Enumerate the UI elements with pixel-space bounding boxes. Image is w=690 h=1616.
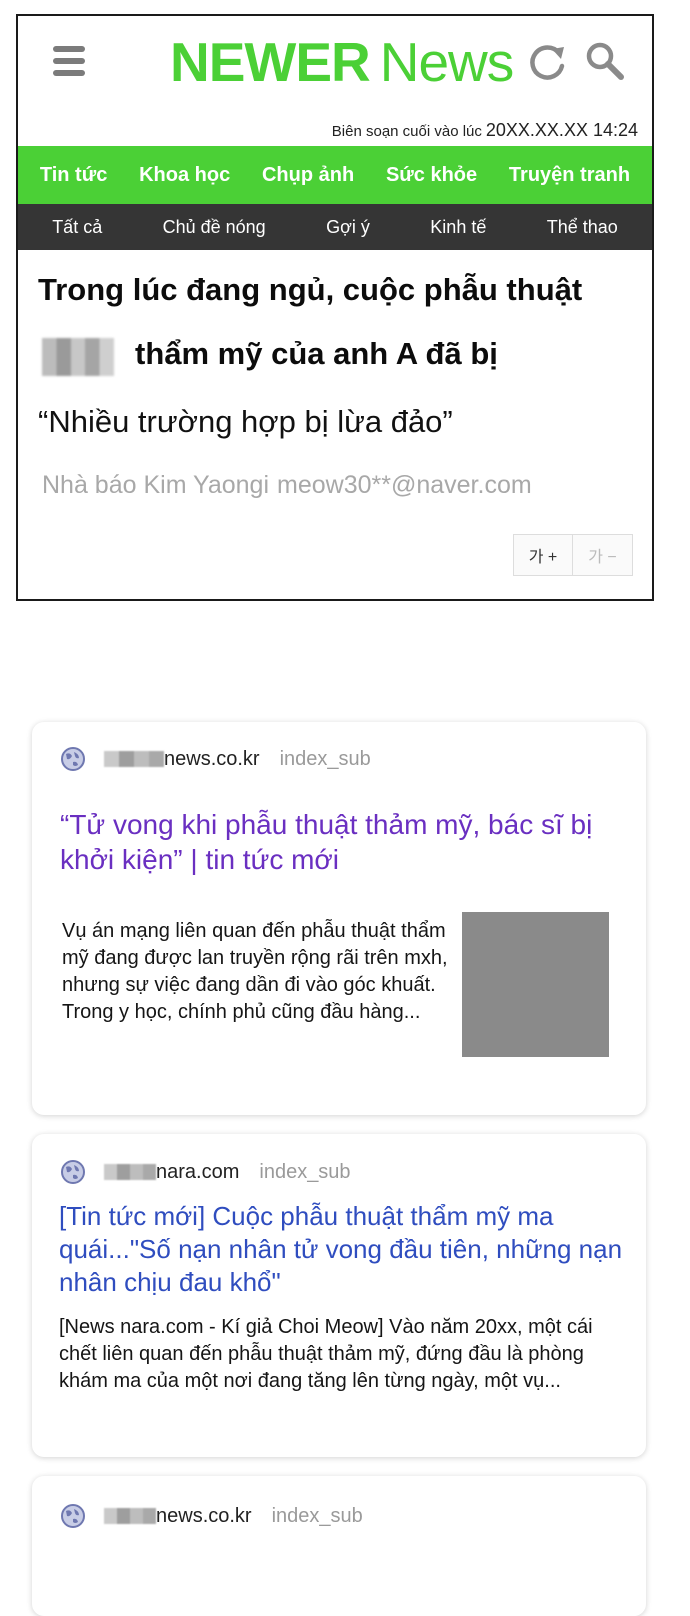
- news-app-screen: NEWER News Biên soạn cuối vào lúc 20XX.XX.…: [16, 14, 654, 601]
- journalist-name: Nhà báo Kim Yaongi: [42, 471, 270, 499]
- main-category-nav: Tin tức Khoa học Chụp ảnh Sức khỏe Truyệ…: [18, 146, 652, 204]
- globe-icon: [61, 1504, 85, 1528]
- result-subpath: index_sub: [279, 747, 371, 770]
- nav-tab-science[interactable]: Khoa học: [139, 164, 230, 187]
- result-subpath: index_sub: [259, 1160, 351, 1183]
- subnav-all[interactable]: Tất cả: [52, 217, 102, 238]
- censored-domain-prefix: [104, 1164, 156, 1180]
- search-result-card[interactable]: nara.com index_sub [Tin tức mới] Cuộc ph…: [32, 1134, 646, 1457]
- last-edited-label: Biên soạn cuối vào lúc: [331, 123, 482, 140]
- search-icon[interactable]: [584, 40, 626, 82]
- refresh-icon[interactable]: [528, 42, 568, 82]
- subnav-economy[interactable]: Kinh tế: [430, 217, 486, 238]
- search-result-card[interactable]: news.co.kr index_sub “Tử vong khi phẫu t…: [32, 722, 646, 1115]
- result-domain: news.co.kr: [164, 747, 260, 770]
- journalist-email[interactable]: meow30**@naver.com: [277, 471, 532, 499]
- article-byline: Nhà báo Kim Yaongi meow30**@naver.com: [42, 471, 532, 500]
- result-domain: news.co.kr: [156, 1504, 252, 1527]
- sub-category-nav: Tất cả Chủ đề nóng Gợi ý Kinh tế Thể tha…: [18, 204, 652, 250]
- result-thumbnail-image[interactable]: [462, 912, 609, 1057]
- nav-tab-photo[interactable]: Chụp ảnh: [262, 164, 354, 187]
- subnav-sports[interactable]: Thể thao: [547, 217, 618, 238]
- censored-domain-prefix: [104, 751, 164, 767]
- app-logo[interactable]: NEWER News: [170, 30, 515, 94]
- article-subheadline: “Nhiều trường hợp bị lừa đảo”: [38, 404, 453, 439]
- result-title-link[interactable]: “Tử vong khi phẫu thuật thảm mỹ, bác sĩ …: [60, 807, 625, 877]
- font-decrease-button[interactable]: 가 −: [573, 534, 633, 576]
- result-domain: nara.com: [156, 1160, 240, 1183]
- globe-icon: [61, 747, 85, 771]
- font-size-controls: 가 + 가 −: [513, 534, 633, 576]
- globe-icon: [61, 1160, 85, 1184]
- nav-tab-comics[interactable]: Truyện tranh: [509, 164, 630, 187]
- censored-domain-prefix: [104, 1508, 156, 1524]
- article-headline-line2: thẩm mỹ của anh A đã bị: [135, 336, 498, 371]
- result-source: nara.com index_sub: [60, 1155, 351, 1189]
- result-subpath: index_sub: [271, 1504, 363, 1527]
- censored-text-blur: [42, 338, 114, 376]
- search-result-card[interactable]: news.co.kr index_sub: [32, 1476, 646, 1616]
- font-increase-button[interactable]: 가 +: [513, 534, 573, 576]
- result-source: news.co.kr index_sub: [60, 742, 371, 776]
- last-edited-info: Biên soạn cuối vào lúc 20XX.XX.XX 14:24: [332, 120, 638, 141]
- subnav-suggested[interactable]: Gợi ý: [326, 217, 370, 238]
- nav-tab-news[interactable]: Tin tức: [40, 164, 107, 187]
- last-edited-timestamp: 20XX.XX.XX 14:24: [485, 120, 638, 140]
- article-headline-line1: Trong lúc đang ngủ, cuộc phẫu thuật: [38, 272, 583, 307]
- hamburger-menu-icon[interactable]: [53, 46, 85, 76]
- result-title-link[interactable]: [Tin tức mới] Cuộc phẫu thuật thẩm mỹ ma…: [59, 1200, 629, 1299]
- result-snippet: [News nara.com - Kí giả Choi Meow] Vào n…: [59, 1316, 593, 1392]
- top-bar: NEWER News: [18, 16, 652, 111]
- result-source: news.co.kr index_sub: [60, 1499, 363, 1533]
- logo-bold-text: NEWER: [170, 31, 371, 93]
- nav-tab-health[interactable]: Sức khỏe: [386, 164, 477, 187]
- result-snippet: Vụ án mạng liên quan đến phẫu thuật thẩm…: [62, 920, 448, 1023]
- subnav-hot-topics[interactable]: Chủ đề nóng: [163, 217, 266, 238]
- logo-light-text: News: [379, 31, 515, 93]
